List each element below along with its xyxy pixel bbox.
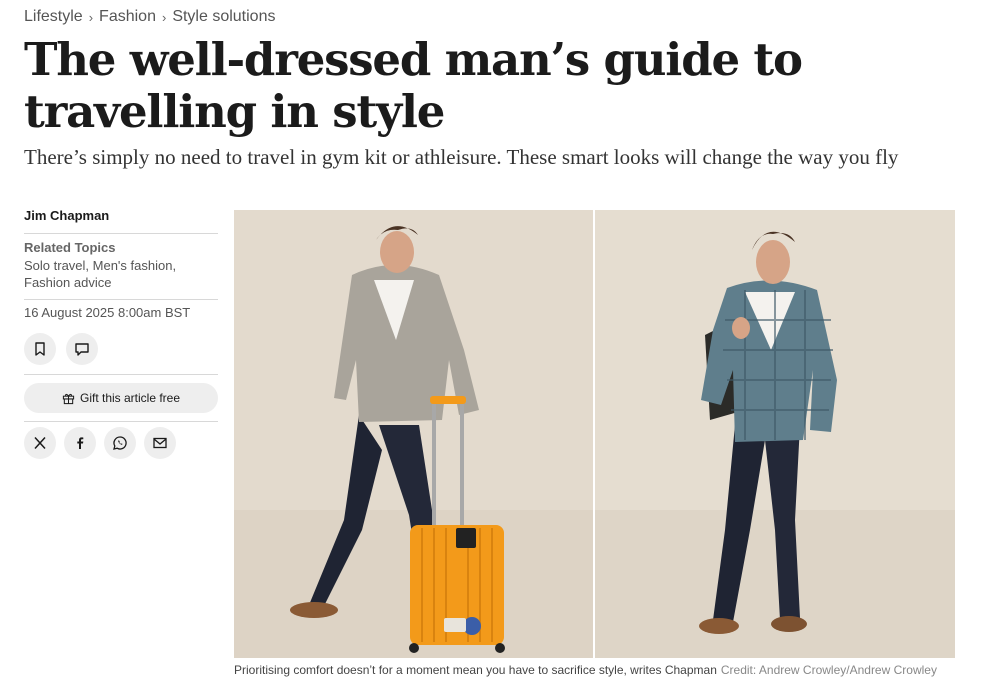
related-topics-list[interactable]: Solo travel, Men's fashion, Fashion advi…	[24, 257, 218, 291]
facebook-icon	[77, 437, 84, 449]
publish-date: 16 August 2025 8:00am BST	[24, 305, 191, 320]
email-icon	[153, 437, 167, 449]
article-actions	[24, 324, 218, 375]
share-email-button[interactable]	[144, 427, 176, 459]
breadcrumb-fashion[interactable]: Fashion	[99, 8, 156, 26]
photo-man-with-suitcase	[234, 210, 593, 658]
share-whatsapp-button[interactable]	[104, 427, 136, 459]
gift-article-button[interactable]: Gift this article free	[24, 383, 218, 413]
whatsapp-icon	[113, 436, 127, 450]
breadcrumb: Lifestyle › Fashion › Style solutions	[24, 8, 275, 26]
image-caption: Prioritising comfort doesn’t for a momen…	[234, 662, 954, 678]
author-name[interactable]: Jim Chapman	[24, 208, 218, 234]
comment-icon	[75, 343, 89, 356]
bookmark-icon	[35, 342, 45, 356]
chevron-right-icon: ›	[161, 9, 167, 25]
share-facebook-button[interactable]	[64, 427, 96, 459]
gift-section: Gift this article free	[24, 375, 218, 422]
article-sidebar: Jim Chapman Related Topics Solo travel, …	[24, 208, 218, 459]
breadcrumb-lifestyle[interactable]: Lifestyle	[24, 8, 83, 26]
photo-man-with-backpack	[595, 210, 955, 658]
hero-image[interactable]	[234, 210, 955, 658]
x-icon	[34, 436, 46, 450]
comments-button[interactable]	[66, 333, 98, 365]
share-x-button[interactable]	[24, 427, 56, 459]
chevron-right-icon: ›	[88, 9, 94, 25]
article-standfirst: There’s simply no need to travel in gym …	[24, 145, 899, 169]
breadcrumb-style-solutions[interactable]: Style solutions	[172, 8, 275, 26]
image-credit: Credit: Andrew Crowley/Andrew Crowley	[720, 663, 937, 677]
related-topics: Related Topics Solo travel, Men's fashio…	[24, 234, 218, 300]
gift-icon	[62, 393, 75, 404]
article-headline: The well-dressed man’s guide to travelli…	[24, 33, 803, 138]
related-topics-title: Related Topics	[24, 240, 116, 255]
share-buttons	[24, 422, 218, 459]
caption-text: Prioritising comfort doesn’t for a momen…	[234, 663, 717, 677]
gift-article-label: Gift this article free	[79, 391, 181, 405]
save-button[interactable]	[24, 333, 56, 365]
